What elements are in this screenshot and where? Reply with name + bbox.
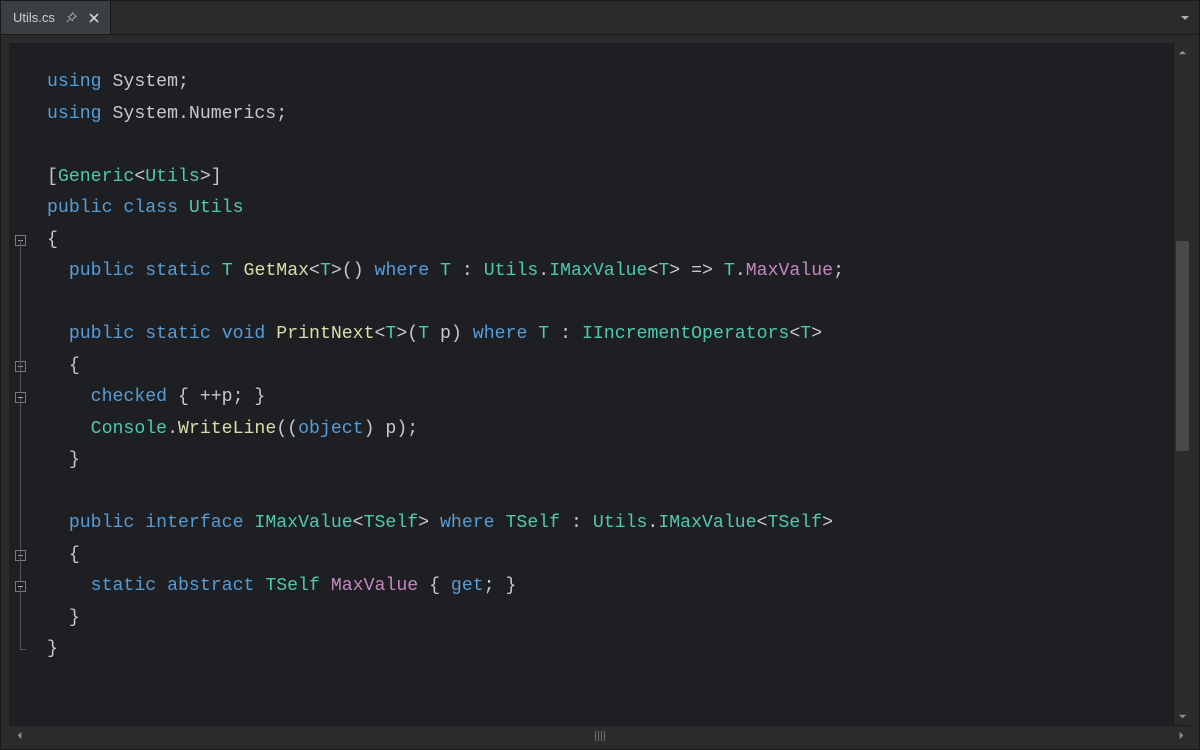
tab-filename: Utils.cs (13, 10, 55, 25)
scroll-left-arrow[interactable] (9, 726, 29, 746)
editor-area: using System; using System.Numerics; [Ge… (1, 35, 1199, 725)
file-tab[interactable]: Utils.cs (1, 1, 111, 34)
splitter-grip-icon[interactable] (595, 731, 605, 741)
scroll-right-arrow[interactable] (1171, 726, 1191, 746)
horizontal-scrollbar-track[interactable] (29, 726, 1171, 745)
vertical-scrollbar-track[interactable] (1174, 61, 1191, 707)
tab-bar: Utils.cs (1, 1, 1199, 35)
pin-icon[interactable] (65, 11, 78, 24)
editor-window: Utils.cs (0, 0, 1200, 750)
scroll-up-arrow[interactable] (1174, 43, 1191, 61)
editor-inner: using System; using System.Numerics; [Ge… (9, 43, 1191, 725)
vertical-scrollbar[interactable] (1173, 43, 1191, 725)
horizontal-scrollbar[interactable] (9, 725, 1191, 745)
chevron-down-icon (1180, 13, 1190, 23)
close-icon[interactable] (88, 12, 100, 24)
vertical-scrollbar-thumb[interactable] (1176, 241, 1189, 451)
tab-overflow-dropdown[interactable] (1171, 1, 1199, 34)
scroll-down-arrow[interactable] (1174, 707, 1191, 725)
code-content[interactable]: using System; using System.Numerics; [Ge… (31, 43, 1173, 725)
tab-bar-spacer (111, 1, 1171, 34)
fold-gutter (9, 43, 31, 725)
